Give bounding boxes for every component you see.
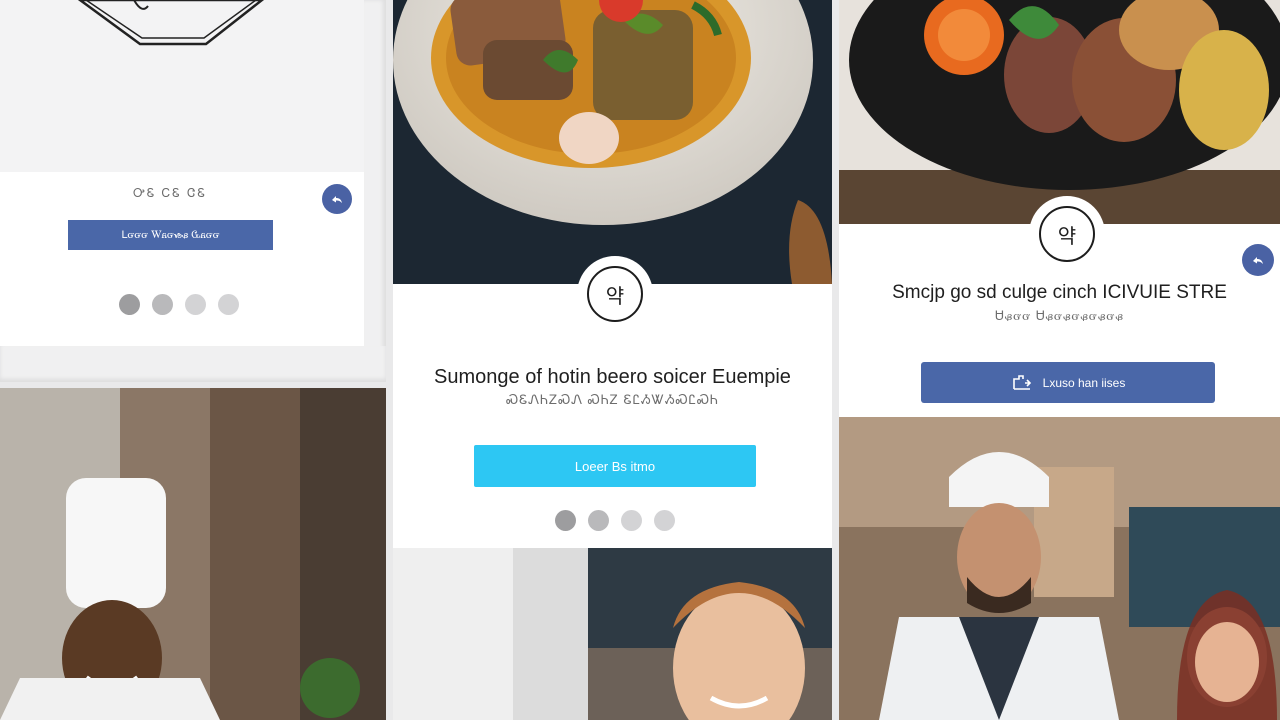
photo-plated-curry-dish bbox=[393, 0, 832, 284]
card-top-left-hero bbox=[0, 0, 364, 172]
carousel-dot-1[interactable] bbox=[555, 510, 576, 531]
card-center-subheading: ᏍᏋᏁᏂᏃᏍᏁ ᏍᏂᏃ ᏋᏝᏱᏔᏱᏍᏝᏍᏂ bbox=[506, 392, 719, 407]
card-right-cta-button[interactable]: Lxuso han iises bbox=[921, 362, 1215, 403]
curry-dish-image bbox=[393, 0, 832, 284]
card-right-subheading: Ꮜᏸᏻᏻ Ꮜᏸᏻᏸᏻᏸᏻᏸᏻᏸ bbox=[995, 308, 1124, 323]
man-photo-image bbox=[393, 548, 832, 720]
card-top-left-cta-label: Lᏻᏻᏻ Ꮃᏺᏻᏹᏸ Ꮹᏺᏻᏻ bbox=[121, 228, 220, 241]
card-center-cta-label: Loeer Bs itmo bbox=[574, 458, 656, 474]
photo-smiling-man-in-kitchen bbox=[393, 548, 832, 720]
share-button[interactable] bbox=[1242, 244, 1274, 276]
card-center-cta-button[interactable]: Loeer Bs itmo bbox=[474, 445, 756, 487]
photo-smiling-chef-in-toque bbox=[0, 388, 386, 720]
card-top-left-border bbox=[364, 0, 386, 382]
brand-logo-icon: 약 bbox=[587, 266, 643, 322]
carousel-dot-3[interactable] bbox=[621, 510, 642, 531]
share-icon bbox=[332, 196, 342, 203]
card-center-logo: 약 bbox=[577, 256, 653, 332]
card-top-left-cta-button[interactable]: Lᏻᏻᏻ Ꮃᏺᏻᏹᏸ Ꮹᏺᏻᏻ bbox=[68, 220, 273, 250]
card-right-cta-label: Lxuso han iises bbox=[1042, 375, 1126, 390]
carousel-dots-top-left bbox=[119, 294, 239, 315]
grilled-meat-image bbox=[839, 0, 1280, 224]
card-right-heading: Smcjp go sd culge cinch ICIVUIE STRE bbox=[892, 282, 1227, 303]
collage-canvas: ᎤᏋ ᏟᏋ ᏣᏋ Lᏻᏻᏻ Ꮃᏺᏻᏹᏸ Ꮹᏺᏻᏻ Sumonge of hoti… bbox=[0, 0, 1280, 720]
card-top-left-small-text: ᎤᏋ ᏟᏋ ᏣᏋ bbox=[133, 186, 207, 200]
carousel-dot-2[interactable] bbox=[588, 510, 609, 531]
chef-photo-image bbox=[0, 388, 386, 720]
order-icon bbox=[1012, 374, 1031, 390]
photo-chef-and-woman-in-restaurant bbox=[839, 417, 1280, 720]
carousel-dots-center bbox=[555, 510, 675, 531]
carousel-dot-3[interactable] bbox=[185, 294, 206, 315]
card-center-logo-glyph: 약 bbox=[605, 283, 625, 308]
photo-grilled-meat-platter bbox=[839, 0, 1280, 224]
share-button[interactable] bbox=[322, 184, 352, 214]
card-center-heading: Sumonge of hotin beero soicer Euempie bbox=[434, 366, 791, 388]
card-top-left-border-bottom bbox=[0, 346, 386, 382]
carousel-dot-1[interactable] bbox=[119, 294, 140, 315]
card-right-logo-glyph: 약 bbox=[1057, 223, 1077, 248]
chef-woman-photo-image bbox=[839, 417, 1280, 720]
card-top-left: ᎤᏋ ᏟᏋ ᏣᏋ Lᏻᏻᏻ Ꮃᏺᏻᏹᏸ Ꮹᏺᏻᏻ bbox=[0, 0, 364, 346]
share-icon bbox=[1253, 257, 1263, 264]
carousel-dot-4[interactable] bbox=[218, 294, 239, 315]
chef-hat-octagon-logo-icon bbox=[77, 0, 265, 46]
carousel-dot-4[interactable] bbox=[654, 510, 675, 531]
brand-logo-icon: 약 bbox=[1039, 206, 1095, 262]
card-right-logo: 약 bbox=[1029, 196, 1105, 272]
carousel-dot-2[interactable] bbox=[152, 294, 173, 315]
